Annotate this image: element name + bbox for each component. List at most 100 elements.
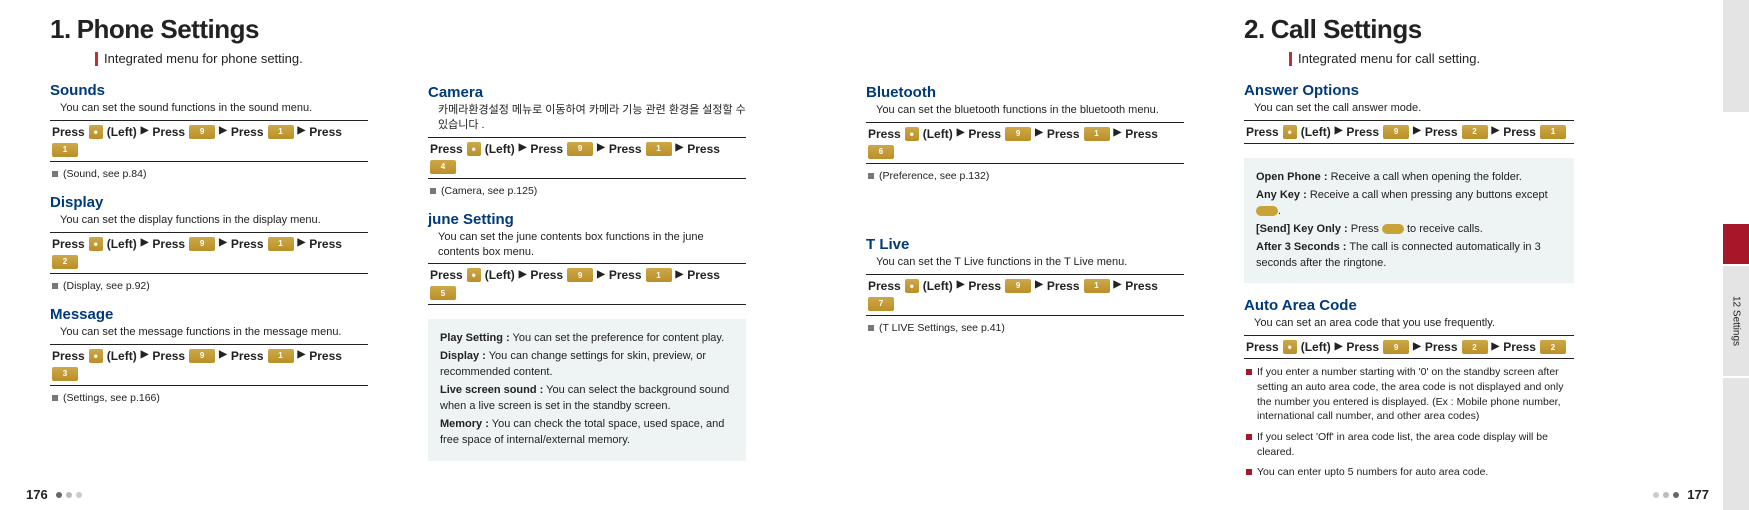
bullet-icon [868, 173, 874, 179]
key-k1-icon: 1 [1084, 279, 1110, 293]
area-desc: You can set an area code that you use fr… [1254, 316, 1574, 331]
key-dot-icon: • [467, 268, 481, 282]
key-k1-icon: 1 [646, 268, 672, 282]
answer-desc: You can set the call answer mode. [1254, 101, 1574, 116]
bluetooth-title: Bluetooth [866, 84, 1184, 101]
arrow-right-icon: ▶ [219, 349, 227, 360]
key-k9-icon: 9 [189, 349, 215, 363]
arrow-right-icon: ▶ [1492, 341, 1500, 352]
bullet-icon [430, 188, 436, 194]
key-k7-icon: 7 [868, 297, 894, 311]
sounds-note: (Sound, see p.84) [52, 168, 368, 180]
key-k1-icon: 1 [52, 143, 78, 157]
arrow-right-icon: ▶ [1413, 125, 1421, 136]
call-settings-header: 2. Call Settings [1244, 14, 1574, 45]
camera-desc: 카메라환경설정 메뉴로 이동하여 카메라 기능 관련 환경을 설정할 수 있습니… [438, 103, 746, 133]
arrow-right-icon: ▶ [1114, 127, 1122, 138]
camera-keyseq: Press • (Left) ▶ Press 9 ▶ Press 1 ▶ Pre… [428, 137, 746, 179]
subtitle-row: Integrated menu for call setting. [1289, 51, 1574, 66]
key-k2-icon: 2 [52, 255, 78, 269]
arrow-right-icon: ▶ [957, 127, 965, 138]
key-dot-icon: • [89, 237, 103, 251]
page-number-right: 177 [1687, 487, 1709, 502]
accent-bar-icon [95, 52, 98, 66]
sounds-keyseq: Press • (Left) ▶ Press 9 ▶ Press 1 ▶ Pre… [50, 120, 368, 162]
arrow-right-icon: ▶ [519, 142, 527, 153]
column-1: 1. Phone Settings Integrated menu for ph… [50, 14, 368, 480]
key-k5-icon: 5 [430, 286, 456, 300]
area-keyseq: Press • (Left) ▶ Press 9 ▶ Press 2 ▶ Pre… [1244, 335, 1574, 359]
key-k9-icon: 9 [567, 268, 593, 282]
bluetooth-desc: You can set the bluetooth functions in t… [876, 103, 1184, 118]
key-k9-icon: 9 [1383, 125, 1409, 139]
tlive-desc: You can set the T Live functions in the … [876, 255, 1184, 270]
key-dot-icon: • [89, 349, 103, 363]
key-k9-icon: 9 [189, 237, 215, 251]
key-k9-icon: 9 [1005, 127, 1031, 141]
subtitle: Integrated menu for phone setting. [104, 51, 303, 66]
message-keyseq: Press • (Left) ▶ Press 9 ▶ Press 1 ▶ Pre… [50, 344, 368, 386]
arrow-right-icon: ▶ [1335, 341, 1343, 352]
message-title: Message [50, 306, 368, 323]
side-tab: 12 Settings [1723, 0, 1749, 510]
phone-settings-header: 1. Phone Settings [50, 14, 368, 45]
june-desc: You can set the june contents box functi… [438, 230, 746, 260]
june-infobox: Play Setting : You can set the preferenc… [428, 319, 746, 461]
send-key-icon [1382, 224, 1404, 234]
sounds-desc: You can set the sound functions in the s… [60, 101, 368, 116]
section-number: 2. [1244, 14, 1265, 45]
arrow-right-icon: ▶ [1492, 125, 1500, 136]
tlive-note: (T LIVE Settings, see p.41) [868, 322, 1184, 334]
subtitle-row: Integrated menu for phone setting. [95, 51, 368, 66]
key-k1-icon: 1 [1084, 127, 1110, 141]
camera-title: Camera [428, 84, 746, 101]
arrow-right-icon: ▶ [1114, 279, 1122, 290]
arrow-right-icon: ▶ [597, 142, 605, 153]
key-k9-icon: 9 [189, 125, 215, 139]
side-tab-accent [1723, 224, 1749, 264]
display-title: Display [50, 194, 368, 211]
answer-title: Answer Options [1244, 82, 1574, 99]
tlive-keyseq: Press • (Left) ▶ Press 9 ▶ Press 1 ▶ Pre… [866, 274, 1184, 316]
message-note: (Settings, see p.166) [52, 392, 368, 404]
display-note: (Display, see p.92) [52, 280, 368, 292]
key-k2-icon: 2 [1462, 125, 1488, 139]
bullet-icon [1246, 469, 1252, 475]
section-number: 1. [50, 14, 71, 45]
area-note-3: You can enter upto 5 numbers for auto ar… [1246, 465, 1574, 480]
key-k2-icon: 2 [1462, 340, 1488, 354]
arrow-right-icon: ▶ [597, 269, 605, 280]
key-k4-icon: 4 [430, 160, 456, 174]
arrow-right-icon: ▶ [519, 269, 527, 280]
side-tab-label: 12 Settings [1723, 266, 1749, 376]
bluetooth-note: (Preference, see p.132) [868, 170, 1184, 182]
bullet-icon [1246, 434, 1252, 440]
key-dot-icon: • [1283, 340, 1297, 354]
bullet-icon [868, 325, 874, 331]
key-k9-icon: 9 [567, 142, 593, 156]
display-desc: You can set the display functions in the… [60, 213, 368, 228]
arrow-right-icon: ▶ [1335, 125, 1343, 136]
arrow-right-icon: ▶ [141, 349, 149, 360]
arrow-right-icon: ▶ [298, 349, 306, 360]
bullet-icon [1246, 369, 1252, 375]
area-note-2: If you select 'Off' in area code list, t… [1246, 430, 1574, 459]
answer-infobox: Open Phone : Receive a call when opening… [1244, 158, 1574, 284]
key-k1-icon: 1 [268, 125, 294, 139]
key-k2-icon: 2 [1540, 340, 1566, 354]
end-key-icon [1256, 206, 1278, 216]
page-number-left: 176 [26, 487, 48, 502]
page-footer: 176 177 [0, 487, 1749, 502]
key-k1-icon: 1 [1540, 125, 1566, 139]
key-k9-icon: 9 [1383, 340, 1409, 354]
bullet-icon [52, 283, 58, 289]
arrow-right-icon: ▶ [141, 125, 149, 136]
subtitle: Integrated menu for call setting. [1298, 51, 1480, 66]
key-dot-icon: • [1283, 125, 1297, 139]
section-title: Call Settings [1271, 14, 1422, 45]
key-k1-icon: 1 [268, 349, 294, 363]
key-dot-icon: • [905, 127, 919, 141]
key-dot-icon: • [905, 279, 919, 293]
accent-bar-icon [1289, 52, 1292, 66]
arrow-right-icon: ▶ [1413, 341, 1421, 352]
